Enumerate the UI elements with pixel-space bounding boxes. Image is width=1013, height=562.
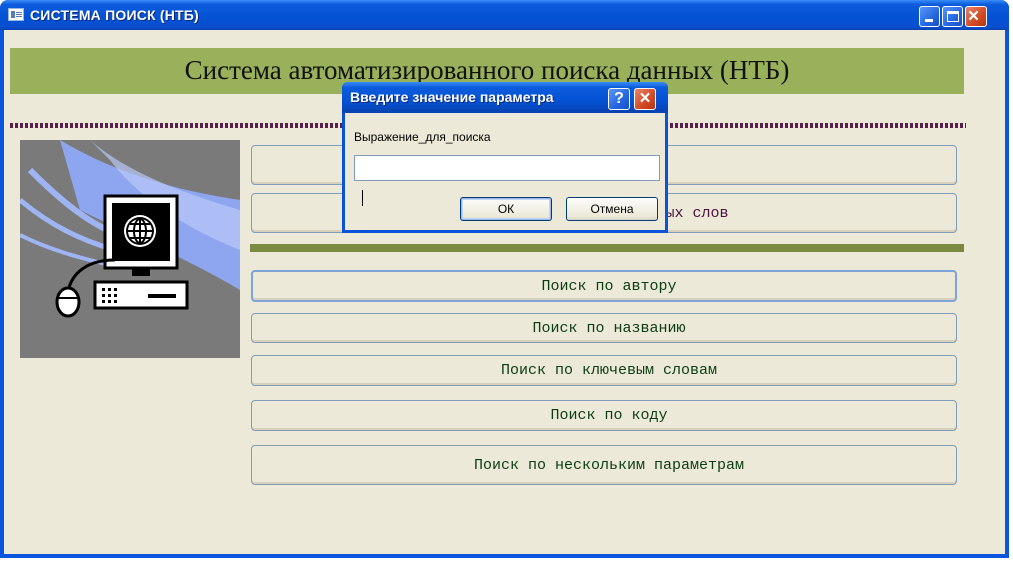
- close-button[interactable]: ×: [965, 6, 987, 27]
- search-by-keywords-label: Поиск по ключевым словам: [500, 362, 718, 379]
- computer-icon: [20, 140, 240, 318]
- mouse-icon: [55, 286, 81, 318]
- search-by-title-button[interactable]: Поиск по названию: [251, 313, 957, 343]
- close-icon: ×: [968, 6, 980, 27]
- dialog-title-bar[interactable]: Введите значение параметра ? ×: [342, 82, 668, 113]
- dialog-body: Выражение_для_поиска ОК Отмена: [345, 113, 665, 230]
- search-by-code-button[interactable]: Поиск по коду: [251, 400, 957, 431]
- window-title: СИСТЕМА ПОИСК (НТБ): [30, 7, 199, 23]
- ok-button[interactable]: ОК: [460, 197, 552, 221]
- minimize-button[interactable]: [919, 6, 940, 27]
- dialog-title: Введите значение параметра: [350, 89, 554, 105]
- parameter-dialog: Введите значение параметра ? × Выражение…: [342, 82, 668, 233]
- section-divider: [250, 244, 964, 252]
- search-multiple-params-label: Поиск по нескольким параметрам: [473, 456, 745, 474]
- maximize-button[interactable]: [942, 6, 963, 27]
- minimize-icon: [925, 19, 933, 22]
- cancel-button[interactable]: Отмена: [566, 197, 658, 221]
- search-by-keywords-button[interactable]: Поиск по ключевым словам: [251, 355, 957, 386]
- form-icon[interactable]: [8, 8, 24, 21]
- search-by-code-label: Поиск по коду: [550, 407, 668, 424]
- text-caret: [362, 190, 363, 206]
- computer-illustration: [20, 140, 240, 358]
- help-button[interactable]: ?: [608, 88, 630, 110]
- title-bar[interactable]: СИСТЕМА ПОИСК (НТБ) ×: [0, 0, 1009, 30]
- search-by-title-label: Поиск по названию: [532, 319, 686, 337]
- maximize-icon: [947, 11, 959, 22]
- parameter-input[interactable]: [354, 155, 660, 181]
- search-by-author-button[interactable]: Поиск по автору: [251, 270, 957, 302]
- parameter-label: Выражение_для_поиска: [354, 130, 491, 144]
- search-by-author-label: Поиск по автору: [541, 277, 677, 295]
- dialog-close-button[interactable]: ×: [634, 88, 656, 110]
- search-multiple-params-button[interactable]: Поиск по нескольким параметрам: [251, 445, 957, 485]
